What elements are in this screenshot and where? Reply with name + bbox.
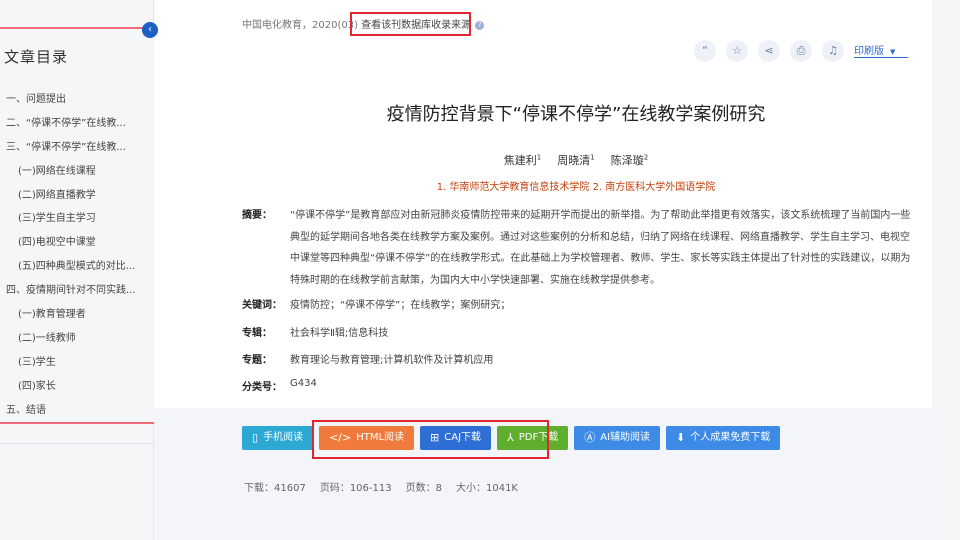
article-main: 中国电化教育，2020(03) 查看该刊数据库收录来源? “☆ ⋖ ⎙ ♫ 印刷版 ▼ … (154, 0, 932, 540)
sidebar-collapse-button[interactable]: ‹ (142, 22, 158, 38)
info-icon[interactable]: ? (475, 20, 485, 30)
author-name-text: 焦建利 (503, 154, 537, 167)
topic-value: 教育理论与教育管理;计算机软件及计算机应用 (290, 355, 494, 366)
toc-item[interactable]: 五、结语 (6, 399, 146, 423)
series-row: 专辑： 社会科学Ⅱ辑;信息科技 (242, 324, 388, 339)
author-name[interactable]: 周晓清1 (557, 153, 595, 167)
author-list: 焦建利1 周晓清1 陈泽璇2 (154, 152, 932, 168)
toc-item[interactable]: 三、“停课不停学”在线教... (6, 136, 146, 160)
chevron-down-icon: ▼ (890, 48, 896, 56)
favorite-icon[interactable]: ☆ (726, 40, 748, 62)
action-label: 手机阅读 (263, 432, 304, 443)
stat-value: 1041K (485, 483, 518, 494)
author-affiliation-mark: 1 (590, 153, 595, 162)
sidebar-divider (0, 443, 154, 444)
stat-value: 41607 (274, 483, 306, 494)
keywords-label: 关键词： (242, 300, 282, 311)
author-affiliation-mark: 1 (536, 153, 542, 162)
stat-label: 下载： (244, 483, 274, 494)
download-highlight-box (312, 420, 549, 459)
abstract-text: “停课不停学”是教育部应对由新冠肺炎疫情防控带来的延期开学而提出的新举措。为了帮… (290, 210, 911, 286)
phone-icon: ▯ (252, 431, 259, 444)
toc-item[interactable]: 二、“停课不停学”在线教... (6, 112, 146, 136)
class-number-value: G434 (290, 378, 317, 389)
stat-value: 8 (435, 483, 442, 494)
ai-icon: Ⓐ (584, 431, 596, 444)
abstract-section: 摘要： “停课不停学”是教育部应对由新冠肺炎疫情防控带来的延期开学而提出的新举措… (242, 205, 912, 291)
topic-row: 专题： 教育理论与教育管理;计算机软件及计算机应用 (242, 351, 493, 366)
bell-icon[interactable]: ♫ (822, 40, 844, 62)
stat-value: 106-113 (349, 483, 392, 494)
stat-item: 页码：106-113 (320, 479, 392, 494)
stat-item: 大小：1041K (456, 479, 518, 494)
action-label: 个人成果免费下载 (690, 432, 771, 443)
personal-download-button[interactable]: ⬇ 个人成果免费下载 (666, 426, 781, 450)
action-label: AI辅助阅读 (600, 432, 651, 443)
stat-label: 页数： (405, 483, 436, 494)
print-version-label: 印刷版 (854, 46, 884, 57)
toc-item[interactable]: (一)网络在线课程 (6, 160, 146, 184)
toc-item[interactable]: (一)教育管理者 (6, 303, 146, 327)
right-margin (932, 0, 960, 540)
article-title: 疫情防控背景下“停课不停学”在线教学案例研究 (386, 104, 766, 125)
toc-item[interactable]: 四、疫情期间针对不同实践... (6, 279, 146, 303)
keywords-row: 关键词： 疫情防控；“停课不停学”；在线教学；案例研究； (242, 296, 510, 311)
affiliations: 1. 华南师范大学教育信息技术学院 2. 南方医科大学外国语学院 (436, 182, 716, 193)
author-name[interactable]: 陈泽璇2 (610, 153, 649, 167)
topic-label: 专题： (242, 355, 272, 366)
class-number-row: 分类号： G434 (242, 378, 317, 393)
journal-source[interactable]: 中国电化教育，2020(03) (242, 20, 358, 31)
author-affiliation-mark: 2 (643, 153, 649, 162)
toc-item[interactable]: (二)一线教师 (6, 327, 146, 351)
article-tools: “ ☆ ⋖ ⎙ ♫ (694, 40, 844, 62)
source-highlight-box (350, 12, 471, 36)
ai-read-button[interactable]: Ⓐ AI辅助阅读 (574, 426, 661, 450)
keywords-value[interactable]: 疫情防控；“停课不停学”；在线教学；案例研究； (290, 296, 510, 311)
print-version-select[interactable]: 印刷版 ▼ (854, 42, 908, 58)
stat-label: 大小： (455, 483, 486, 494)
quote-icon[interactable]: “ (694, 40, 716, 62)
download-icon: ⬇ (676, 431, 686, 444)
toc-item[interactable]: (四)电视空中课堂 (6, 231, 146, 255)
mobile-read-button[interactable]: ▯ 手机阅读 (242, 426, 314, 450)
author-name-text: 周晓清 (557, 154, 591, 167)
toc-item[interactable]: (五)四种典型模式的对比... (6, 255, 146, 279)
author-name[interactable]: 焦建利1 (503, 153, 542, 167)
share-icon[interactable]: ⋖ (758, 40, 780, 62)
author-name-text: 陈泽璇 (610, 154, 644, 167)
toc-item[interactable]: (四)家长 (6, 375, 146, 399)
toc-item[interactable]: (三)学生 (6, 351, 146, 375)
stat-item: 页数：8 (406, 479, 442, 494)
stat-label: 页码： (319, 483, 350, 494)
stat-item: 下载：41607 (244, 479, 306, 494)
toc-title: 文章目录 (4, 48, 69, 66)
class-number-label: 分类号： (242, 382, 282, 393)
toc-item[interactable]: (三)学生自主学习 (6, 207, 146, 231)
toc-item[interactable]: 一、问题提出 (6, 88, 146, 112)
series-label: 专辑： (242, 328, 272, 339)
print-icon[interactable]: ⎙ (790, 40, 812, 62)
series-value: 社会科学Ⅱ辑;信息科技 (290, 328, 389, 339)
abstract-label: 摘要： (242, 210, 272, 221)
article-stats: 下载：41607 页码：106-113 页数：8 大小：1041K (244, 479, 518, 494)
toc-item[interactable]: (二)网络直播教学 (6, 184, 146, 208)
toc-list: 一、问题提出 二、“停课不停学”在线教... 三、“停课不停学”在线教... (一)网… (6, 88, 146, 422)
